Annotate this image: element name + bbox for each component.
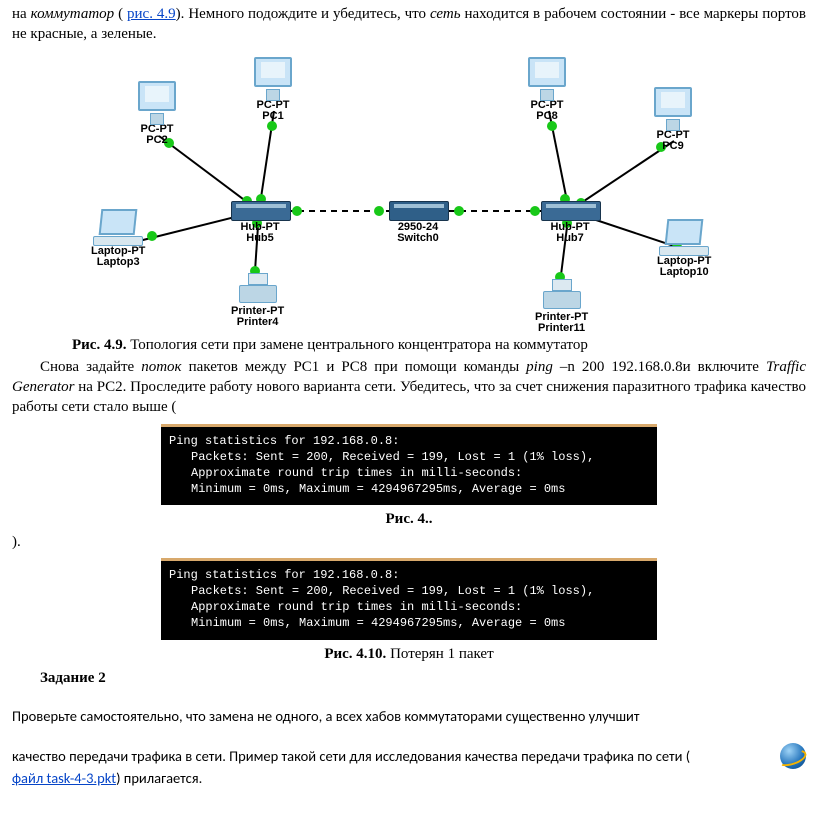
- p2-a: Снова задайте: [40, 359, 141, 375]
- device-label: PC9: [653, 141, 693, 153]
- file-link-task-4-3[interactable]: файл task-4-3.pkt: [12, 769, 116, 787]
- pc-icon: [653, 87, 693, 129]
- device-pc8: PC-PT PC8: [527, 57, 567, 123]
- switch-icon: [389, 201, 447, 221]
- intro-pre1: на: [12, 6, 31, 22]
- caption-bold: Рис. 4.9.: [72, 337, 126, 353]
- ref-link-4-9[interactable]: рис. 4.9: [127, 6, 176, 22]
- ping-line-2: Packets: Sent = 200, Received = 199, Los…: [169, 583, 649, 599]
- figure-caption-4-10: Рис. 4.10. Потерян 1 пакет: [12, 644, 806, 664]
- figure-caption-4-9: Рис. 4.9. Топология сети при замене цент…: [72, 335, 806, 355]
- ping-stats-block-2: Ping statistics for 192.168.0.8: Packets…: [161, 558, 657, 640]
- intro-post: ). Немного подождите и убедитесь, что: [176, 6, 430, 22]
- device-laptop3: Laptop-PT Laptop3: [91, 209, 145, 269]
- ie-icon: [780, 743, 806, 769]
- ping-line-3: Approximate round trip times in milli-se…: [169, 599, 649, 615]
- device-printer11: Printer-PT Printer11: [535, 279, 588, 335]
- device-switch0: 2950-24 Switch0: [389, 201, 447, 245]
- intro-pre2: (: [114, 6, 127, 22]
- caption-rest: Потерян 1 пакет: [386, 646, 493, 662]
- close-paren: ).: [12, 532, 806, 552]
- device-pc2: PC-PT PC2: [137, 81, 177, 147]
- network-diagram: PC-PT PC2 PC-PT PC1 Laptop-PT Laptop3 Pr…: [49, 51, 769, 331]
- caption-bold: Рис. 4..: [386, 511, 433, 527]
- device-pc1: PC-PT PC1: [253, 57, 293, 123]
- ping-line-1: Ping statistics for 192.168.0.8:: [169, 567, 649, 583]
- task2-para-b-post: ) прилагается.: [116, 769, 202, 787]
- ping-line-4: Minimum = 0ms, Maximum = 4294967295ms, A…: [169, 615, 649, 631]
- device-label: Laptop10: [657, 267, 711, 279]
- intro-set: сеть: [430, 6, 461, 22]
- pc-icon: [527, 57, 567, 99]
- device-label: PC1: [253, 111, 293, 123]
- device-label: Switch0: [389, 233, 447, 245]
- intro-paragraph: на коммутатор ( рис. 4.9). Немного подож…: [12, 4, 806, 45]
- device-label: Printer4: [231, 317, 284, 329]
- device-printer4: Printer-PT Printer4: [231, 273, 284, 329]
- hub-icon: [231, 201, 289, 221]
- device-label: Hub7: [541, 233, 599, 245]
- p2-b: пакетов между PC1 и PC8 при помощи коман…: [182, 359, 527, 375]
- device-pc9: PC-PT PC9: [653, 87, 693, 153]
- task2-para-a: Проверьте самостоятельно, что замена не …: [12, 703, 806, 729]
- device-hub7: Hub-PT Hub7: [541, 201, 599, 245]
- paragraph-2: Снова задайте поток пакетов между PC1 и …: [12, 357, 806, 418]
- p2-potok: поток: [141, 359, 181, 375]
- ping-line-4: Minimum = 0ms, Maximum = 4294967295ms, A…: [169, 481, 649, 497]
- intro-kommutator: коммутатор: [31, 6, 115, 22]
- pc-icon: [137, 81, 177, 123]
- ping-stats-block-1: Ping statistics for 192.168.0.8: Packets…: [161, 424, 657, 506]
- p2-ping: ping: [526, 359, 553, 375]
- ping-line-2: Packets: Sent = 200, Received = 199, Los…: [169, 449, 649, 465]
- caption-rest: Топология сети при замене центрального к…: [126, 337, 587, 353]
- device-label: Printer11: [535, 323, 588, 335]
- caption-bold: Рис. 4.10.: [324, 646, 386, 662]
- laptop-icon: [92, 209, 144, 245]
- device-label: PC8: [527, 111, 567, 123]
- laptop-icon: [658, 219, 710, 255]
- ping-line-3: Approximate round trip times in milli-se…: [169, 465, 649, 481]
- pc-icon: [253, 57, 293, 99]
- task2-heading: Задание 2: [12, 668, 806, 688]
- device-label: PC2: [137, 135, 177, 147]
- figure-caption-4x: Рис. 4..: [12, 509, 806, 529]
- device-hub5: Hub-PT Hub5: [231, 201, 289, 245]
- device-label: Laptop3: [91, 257, 145, 269]
- ping-line-1: Ping statistics for 192.168.0.8:: [169, 433, 649, 449]
- printer-icon: [238, 273, 278, 305]
- hub-icon: [541, 201, 599, 221]
- device-laptop10: Laptop-PT Laptop10: [657, 219, 711, 279]
- device-label: Hub5: [231, 233, 289, 245]
- p2-c: –n 200 192.168.0.8и включите: [553, 359, 766, 375]
- p2-d: на PC2. Проследите работу нового вариант…: [12, 379, 806, 415]
- printer-icon: [542, 279, 582, 311]
